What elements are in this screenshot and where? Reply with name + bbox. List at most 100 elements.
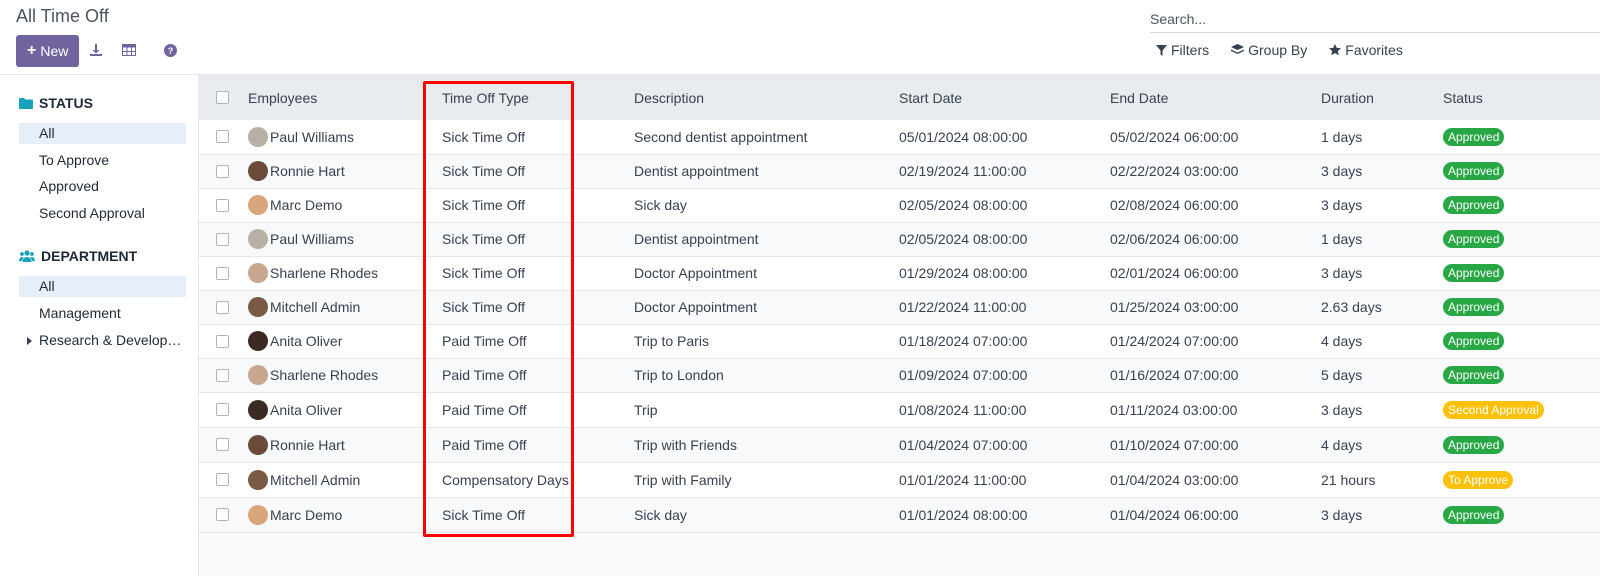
duration-cell: 21 hours	[1321, 471, 1376, 488]
end-date-cell: 05/02/2024 06:00:00	[1110, 128, 1239, 145]
table-row[interactable]: Marc Demo Sick Time Off Sick day 01/01/2024…	[199, 497, 1600, 532]
employee-name: Anita Oliver	[270, 333, 343, 349]
download-icon[interactable]	[87, 41, 105, 59]
duration-cell: 5 days	[1321, 367, 1363, 383]
column-header-end-date[interactable]: End Date	[1110, 75, 1321, 120]
department-filter-research-development[interactable]: Research & Development	[19, 330, 186, 351]
status-filter-to-approve[interactable]: To Approve	[19, 150, 186, 171]
status-filter-approved[interactable]: Approved	[19, 176, 186, 197]
time-off-table: Employees Time Off Type Description Star…	[199, 75, 1600, 533]
status-cell: Approved	[1443, 358, 1600, 392]
status-cell: Approved	[1443, 497, 1600, 532]
row-checkbox[interactable]	[216, 130, 229, 144]
end-date-cell: 01/11/2024 03:00:00	[1110, 401, 1238, 418]
end-date-cell: 01/04/2024 03:00:00	[1110, 471, 1239, 488]
employee-name: Paul Williams	[270, 231, 355, 247]
search-options: Filters Group By Favorites	[1156, 42, 1403, 58]
new-button[interactable]: + New	[16, 35, 80, 67]
row-checkbox[interactable]	[216, 403, 229, 416]
row-checkbox[interactable]	[216, 508, 229, 521]
row-checkbox[interactable]	[216, 300, 229, 314]
status-cell: Approved	[1443, 222, 1600, 256]
table-row[interactable]: Mitchell Admin Sick Time Off Doctor Appoin…	[199, 290, 1600, 324]
duration-cell: 3 days	[1321, 506, 1363, 523]
search-input[interactable]	[1150, 5, 1600, 33]
table-row[interactable]: Sharlene Rhodes Sick Time Off Doctor Appoi…	[199, 256, 1600, 290]
table-row[interactable]: Sharlene Rhodes Paid Time Off Trip to Lond…	[199, 358, 1600, 392]
table-row[interactable]: Ronnie Hart Sick Time Off Dentist appointm…	[199, 154, 1600, 188]
select-all-checkbox[interactable]	[216, 91, 229, 104]
description-cell: Trip with Friends	[634, 436, 737, 453]
status-badge: Approved	[1443, 366, 1505, 384]
help-icon[interactable]: ?	[161, 41, 179, 59]
table-row[interactable]: Mitchell Admin Compensatory Days Trip with…	[199, 462, 1600, 497]
row-checkbox[interactable]	[216, 198, 229, 212]
group-by-label: Group By	[1248, 42, 1308, 58]
column-header-start-date[interactable]: Start Date	[899, 75, 1110, 120]
table-row[interactable]: Marc Demo Sick Time Off Sick day 02/05/2024…	[199, 188, 1600, 222]
row-select-cell	[199, 290, 248, 324]
row-checkbox[interactable]	[216, 232, 229, 246]
start-date-cell: 02/05/2024 08:00:00	[899, 231, 1028, 247]
table-row[interactable]: Anita Oliver Paid Time Off Trip 01/08/2024 …	[199, 392, 1600, 427]
time-off-type-cell: Sick Time Off	[442, 197, 525, 213]
department-filter-all[interactable]: All	[19, 276, 186, 297]
row-checkbox[interactable]	[216, 164, 229, 178]
table-row[interactable]: Ronnie Hart Paid Time Off Trip with Friend…	[199, 427, 1600, 462]
status-badge: Second Approval	[1443, 400, 1544, 419]
row-checkbox[interactable]	[216, 266, 229, 280]
status-badge: To Approve	[1443, 470, 1514, 489]
row-checkbox[interactable]	[216, 334, 229, 348]
group-by-button[interactable]: Group By	[1231, 42, 1307, 58]
description-cell: Second dentist appointment	[634, 128, 808, 145]
table-icon[interactable]	[120, 41, 138, 59]
description-cell: Dentist appointment	[634, 163, 759, 179]
filters-button[interactable]: Filters	[1156, 42, 1209, 58]
avatar	[248, 263, 268, 283]
row-select-cell	[199, 222, 248, 256]
avatar	[248, 161, 268, 181]
column-header-description[interactable]: Description	[634, 75, 899, 120]
caret-right-icon	[27, 337, 32, 345]
status-badge: Approved	[1443, 230, 1505, 248]
status-filter-second-approval[interactable]: Second Approval	[19, 203, 186, 224]
status-badge: Approved	[1443, 162, 1505, 180]
column-header-employees[interactable]: Employees	[248, 75, 442, 120]
table-row[interactable]: Paul Williams Sick Time Off Second dentist…	[199, 120, 1600, 154]
status-badge: Approved	[1443, 435, 1505, 454]
start-date-cell: 01/04/2024 07:00:00	[899, 436, 1028, 453]
status-cell: Approved	[1443, 256, 1600, 290]
time-off-type-cell: Paid Time Off	[442, 401, 527, 418]
column-header-time-off-type[interactable]: Time Off Type	[442, 75, 634, 120]
filter-icon	[1156, 44, 1167, 56]
department-filter-management[interactable]: Management	[19, 303, 186, 324]
status-filter-all[interactable]: All	[19, 123, 186, 144]
column-header-status[interactable]: Status	[1443, 75, 1600, 120]
employee-name: Ronnie Hart	[270, 436, 345, 453]
row-checkbox[interactable]	[216, 438, 229, 451]
star-icon	[1329, 44, 1342, 56]
department-label-research: Research & Development	[39, 332, 186, 348]
favorites-button[interactable]: Favorites	[1329, 42, 1403, 58]
row-select-cell	[199, 154, 248, 188]
filters-label: Filters	[1171, 42, 1210, 58]
column-header-duration[interactable]: Duration	[1321, 75, 1443, 120]
status-cell: Approved	[1443, 324, 1600, 358]
duration-cell: 3 days	[1321, 163, 1363, 179]
row-select-cell	[199, 256, 248, 290]
status-badge: Approved	[1443, 298, 1505, 316]
status-cell: Second Approval	[1443, 392, 1600, 427]
avatar	[248, 229, 268, 249]
duration-cell: 4 days	[1321, 436, 1363, 453]
employee-cell: Anita Oliver	[248, 324, 442, 358]
employee-name: Ronnie Hart	[270, 163, 345, 179]
row-checkbox[interactable]	[216, 368, 229, 382]
avatar	[248, 331, 268, 351]
row-checkbox[interactable]	[216, 473, 229, 486]
status-badge: Approved	[1443, 196, 1505, 214]
table-row[interactable]: Paul Williams Sick Time Off Dentist appoin…	[199, 222, 1600, 256]
row-select-cell	[199, 324, 248, 358]
time-off-type-cell: Sick Time Off	[442, 299, 525, 315]
status-badge: Approved	[1443, 505, 1505, 524]
table-row[interactable]: Anita Oliver Paid Time Off Trip to Paris 01…	[199, 324, 1600, 358]
